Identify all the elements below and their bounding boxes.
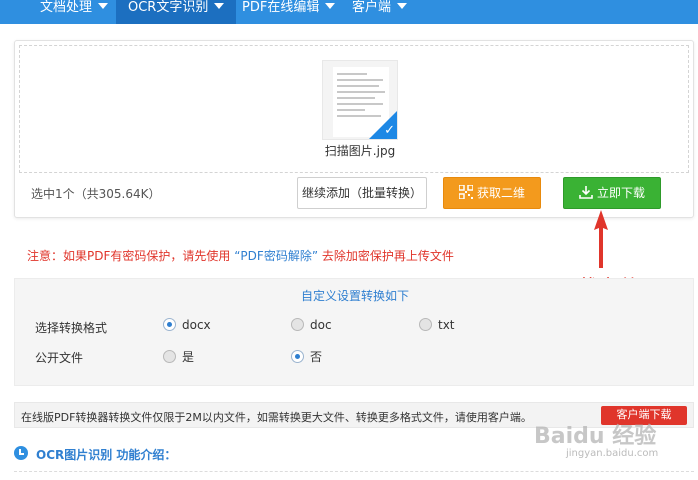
download-icon <box>579 179 593 209</box>
nav-item-label: PDF在线编辑 <box>242 0 320 15</box>
caret-down-icon <box>214 3 225 9</box>
nav-item-label: 客户端 <box>352 0 392 15</box>
qr-code-icon <box>458 179 474 209</box>
format-option-txt[interactable]: txt <box>419 318 455 332</box>
caret-down-icon <box>397 3 408 9</box>
option-label: 否 <box>310 350 323 364</box>
settings-title: 自定义设置转换如下 <box>300 289 409 303</box>
download-now-label: 立即下载 <box>596 186 645 200</box>
check-icon: ✓ <box>384 123 395 138</box>
pdf-unlock-link[interactable]: “PDF密码解除” <box>234 249 318 263</box>
caret-down-icon <box>98 3 109 9</box>
radio-selected[interactable] <box>291 350 304 363</box>
caret-down-icon <box>325 3 336 9</box>
public-option-yes[interactable]: 是 <box>163 348 194 365</box>
download-now-button[interactable]: 立即下载 <box>563 177 661 209</box>
option-label: docx <box>182 318 211 332</box>
baidu-watermark: Baidu 经验 <box>534 424 657 449</box>
nav-item-label: 文档处理 <box>40 0 93 15</box>
format-option-docx[interactable]: docx <box>163 318 211 332</box>
continue-add-button[interactable]: 继续添加（批量转换） <box>297 177 427 209</box>
upload-panel: ✓ 扫描图片.jpg 选中1个（共305.64K） 继续添加（批量转换） 获取二… <box>14 40 694 218</box>
arrow-up-icon <box>594 210 608 268</box>
option-label: txt <box>438 318 455 332</box>
nav-item-ocr[interactable]: OCR文字识别 <box>116 0 237 24</box>
format-option-doc[interactable]: doc <box>291 318 332 332</box>
info-text: 在线版PDF转换器转换文件仅限于2M以内文件，如需转换更大文件、转换更多格式文件… <box>21 411 532 424</box>
settings-panel: 自定义设置转换如下 选择转换格式 docx doc txt 公开文件 是 否 <box>14 278 694 386</box>
top-nav: 文档处理 OCR文字识别 PDF在线编辑 客户端 <box>0 0 698 24</box>
public-option-no[interactable]: 否 <box>291 348 322 365</box>
password-notice: 注意：如果PDF有密码保护，请先使用 “PDF密码解除” 去除加密保护再上传文件 <box>27 247 454 264</box>
clock-icon <box>14 446 28 460</box>
file-thumbnail[interactable]: ✓ <box>322 60 398 140</box>
watermark-url: jingyan.baidu.com <box>566 448 659 459</box>
nav-item-doc-processing[interactable]: 文档处理 <box>28 0 120 24</box>
nav-item-label: OCR文字识别 <box>128 0 209 15</box>
get-qr-button[interactable]: 获取二维 <box>443 177 541 209</box>
drop-zone[interactable]: ✓ 扫描图片.jpg <box>19 45 689 173</box>
notice-suffix: 去除加密保护再上传文件 <box>321 249 454 263</box>
get-qr-label: 获取二维 <box>476 186 525 200</box>
radio-unselected[interactable] <box>163 350 176 363</box>
selection-info: 选中1个（共305.64K） <box>31 187 161 201</box>
notice-prefix: 注意：如果PDF有密码保护，请先使用 <box>27 249 231 263</box>
public-file-label: 公开文件 <box>35 351 84 365</box>
file-name: 扫描图片.jpg <box>324 144 396 158</box>
option-label: 是 <box>182 350 195 364</box>
format-label: 选择转换格式 <box>35 321 108 335</box>
nav-item-client[interactable]: 客户端 <box>340 0 419 24</box>
radio-unselected[interactable] <box>291 318 304 331</box>
option-label: doc <box>310 318 332 332</box>
nav-item-pdf-edit[interactable]: PDF在线编辑 <box>230 0 347 24</box>
continue-add-label: 继续添加（批量转换） <box>301 186 422 200</box>
intro-title: OCR图片识别 功能介绍： <box>36 448 177 462</box>
radio-unselected[interactable] <box>419 318 432 331</box>
radio-selected[interactable] <box>163 318 176 331</box>
